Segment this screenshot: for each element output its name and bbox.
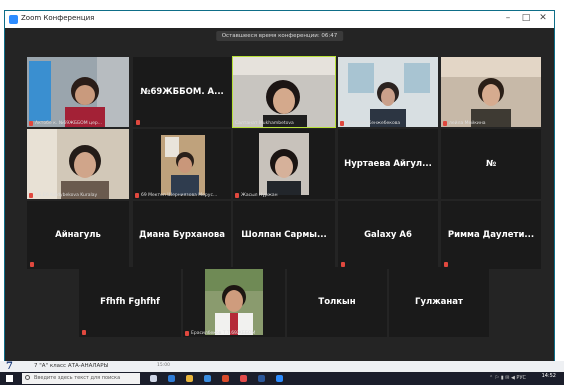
- participant-tile[interactable]: Айнагуль: [27, 201, 129, 269]
- task-view-icon[interactable]: [150, 375, 157, 382]
- participant-name: Айнагуль: [55, 230, 101, 240]
- participant-name: Шолпан Сармы...: [241, 230, 327, 240]
- edge-icon[interactable]: [168, 375, 175, 382]
- background-chat-title: 7 "А" класс АТА-АНАЛАРЫ: [34, 363, 109, 369]
- participant-video: [441, 57, 541, 127]
- background-chat-time: 15:00: [157, 363, 170, 368]
- participant-tile[interactable]: №: [441, 129, 541, 199]
- participant-video: [27, 57, 129, 127]
- chrome-icon[interactable]: [240, 375, 247, 382]
- participant-name: Galaxy A6: [364, 230, 412, 240]
- participant-tile[interactable]: Ffhfh Fghfhf: [79, 267, 181, 337]
- window-title: Zoom Конференция: [21, 14, 95, 22]
- participant-caption: Гүлсезім Кенжебекова: [340, 121, 400, 126]
- participant-caption: 69 Мектеп Шерниязова Мерус...: [135, 193, 217, 198]
- participant-tile[interactable]: Ерасилбеков Т.Т.69ЖББОМ: [183, 267, 285, 337]
- mic-muted-icon: [235, 193, 239, 198]
- participant-tile[interactable]: Galaxy A6: [338, 201, 438, 269]
- close-icon[interactable]: ✕: [535, 13, 551, 23]
- participant-tile[interactable]: Гүлсезім Кенжебекова: [338, 57, 438, 127]
- windows-taskbar: Введите здесь текст для поиска ⌃ ⚐ ▮ ✉ ◀…: [0, 372, 564, 385]
- participant-tile[interactable]: Толкын: [287, 267, 387, 337]
- background-window-strip: 7 7 "А" класс АТА-АНАЛАРЫ 15:00: [0, 361, 564, 372]
- participant-caption: Ерасилбеков Т.Т.69ЖББОМ: [185, 331, 255, 336]
- participant-tile[interactable]: Актобе к. №69ЖББОМ цер...: [27, 57, 129, 127]
- participant-tile[interactable]: Нуртаева Айгул...: [338, 129, 438, 199]
- participant-caption: лейла Мейкина: [443, 121, 486, 126]
- participant-tile[interactable]: лейла Мейкина: [441, 57, 541, 127]
- zoom-window: Zoom Конференция – □ ✕ Оставшееся время …: [4, 10, 555, 365]
- search-icon: [25, 375, 30, 380]
- participant-name: Ffhfh Fghfhf: [100, 297, 160, 307]
- mic-muted-icon: [185, 331, 189, 336]
- participant-tile[interactable]: №69ЖББОМ. А...: [133, 57, 231, 127]
- maximize-icon[interactable]: □: [518, 13, 534, 23]
- mic-muted-icon: [135, 193, 139, 198]
- windows-start-icon[interactable]: [6, 375, 13, 382]
- store-icon[interactable]: [204, 375, 211, 382]
- minimize-icon[interactable]: –: [500, 13, 516, 23]
- participant-caption: НБ.Бб Kaldybekova Kuralay: [29, 193, 97, 198]
- participant-tile[interactable]: НБ.Бб Kaldybekova Kuralay: [27, 129, 129, 199]
- participant-name: Диана Бурханова: [139, 230, 225, 240]
- participant-tile[interactable]: Гулжанат: [389, 267, 489, 337]
- app-logo-fragment: 7: [6, 361, 13, 372]
- zoom-taskbar-icon[interactable]: [276, 375, 283, 382]
- system-tray[interactable]: ⌃ ⚐ ▮ ✉ ◀ РУС: [489, 375, 526, 381]
- participant-video: [27, 129, 129, 199]
- meeting-time-banner: Оставшееся время конференции: 06:47: [215, 31, 344, 41]
- search-placeholder: Введите здесь текст для поиска: [34, 375, 121, 381]
- mic-muted-icon: [29, 193, 33, 198]
- participant-tile[interactable]: Шолпан Сармы...: [233, 201, 335, 269]
- title-bar: Zoom Конференция – □ ✕: [5, 11, 554, 28]
- file-explorer-icon[interactable]: [186, 375, 193, 382]
- participant-video: [338, 57, 438, 127]
- participant-tile[interactable]: 69 Мектеп Шерниязова Мерус...: [133, 129, 231, 199]
- word-icon[interactable]: [258, 375, 265, 382]
- participant-video: [133, 129, 231, 199]
- participant-name: Нуртаева Айгул...: [344, 159, 432, 169]
- mic-muted-icon: [443, 121, 447, 126]
- mic-muted-icon: [30, 262, 34, 267]
- participant-name: Толкын: [318, 297, 356, 307]
- participant-caption: Салтанат Mukhambetova: [235, 121, 294, 126]
- participant-caption: Жасыл Нұржан: [235, 193, 278, 198]
- participant-tile[interactable]: Диана Бурханова: [133, 201, 231, 269]
- participant-name: Гулжанат: [415, 297, 463, 307]
- participant-name: №69ЖББОМ. А...: [140, 87, 224, 97]
- participant-tile[interactable]: Римма Даулети...: [441, 201, 541, 269]
- zoom-app-icon: [9, 15, 18, 24]
- mic-muted-icon: [29, 121, 33, 126]
- taskbar-search-box[interactable]: Введите здесь текст для поиска: [22, 373, 140, 384]
- participant-caption: Актобе к. №69ЖББОМ цер...: [29, 121, 102, 126]
- opera-icon[interactable]: [222, 375, 229, 382]
- mic-muted-icon: [82, 330, 86, 335]
- participant-video: [183, 267, 285, 337]
- participant-video: [233, 129, 335, 199]
- participant-video: [233, 57, 335, 127]
- participant-tile[interactable]: Жасыл Нұржан: [233, 129, 335, 199]
- participant-name: Римма Даулети...: [447, 230, 535, 240]
- mic-muted-icon: [136, 120, 140, 125]
- mic-muted-icon: [340, 121, 344, 126]
- participant-name: №: [485, 159, 497, 169]
- participant-tile-active[interactable]: Салтанат Mukhambetova: [232, 56, 336, 128]
- taskbar-clock[interactable]: 14:52: [542, 373, 556, 379]
